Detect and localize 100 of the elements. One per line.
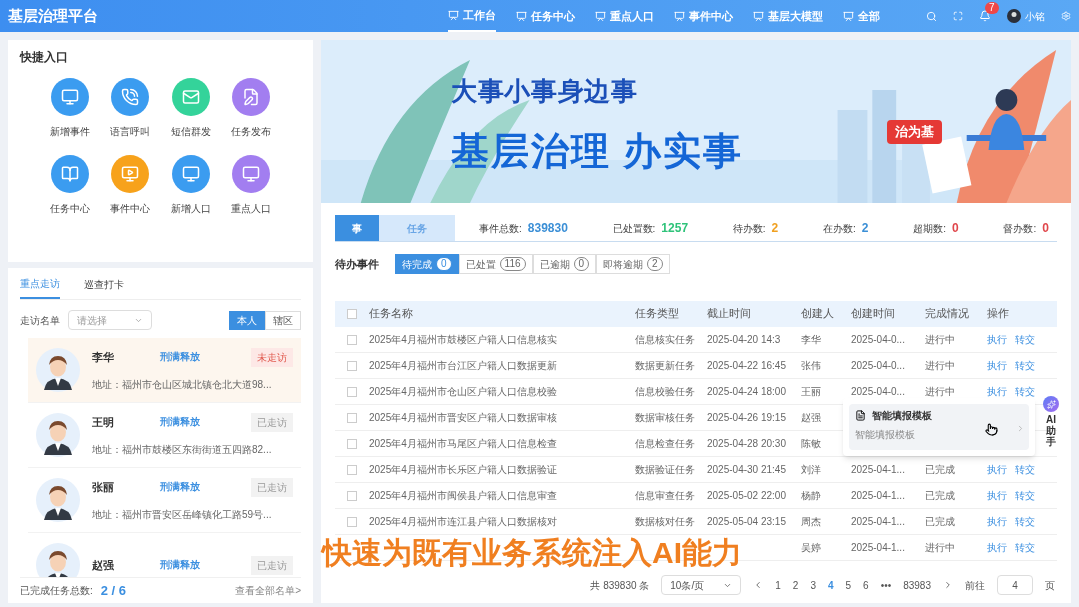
action-link[interactable]: 转交 bbox=[1015, 540, 1035, 555]
action-link[interactable]: 执行 bbox=[987, 384, 1007, 399]
action-link[interactable]: 转交 bbox=[1015, 462, 1035, 477]
quick-entry-item[interactable]: 新增人口 bbox=[160, 155, 221, 216]
page-size-select[interactable]: 10条/页 bbox=[661, 575, 742, 595]
checkbox[interactable] bbox=[347, 490, 357, 501]
filter-label: 走访名单 bbox=[20, 313, 60, 328]
person-row[interactable]: 王明 刑满释放 已走访 地址：福州市鼓楼区东街街道五四路82... bbox=[28, 403, 301, 468]
table-cell: 已完成 bbox=[925, 516, 955, 527]
action-link[interactable]: 转交 bbox=[1015, 332, 1035, 347]
fullscreen-icon[interactable] bbox=[953, 11, 963, 21]
checkbox[interactable] bbox=[347, 334, 357, 345]
action-link[interactable]: 转交 bbox=[1015, 384, 1035, 399]
table-cell: 杨静 bbox=[801, 490, 821, 501]
table-cell: 进行中 bbox=[925, 542, 955, 553]
action-link[interactable]: 执行 bbox=[987, 488, 1007, 503]
page-input[interactable]: 4 bbox=[997, 575, 1033, 595]
page-number[interactable]: 2 bbox=[792, 577, 799, 593]
table-cell: 进行中 bbox=[925, 334, 955, 345]
person-name: 张丽 bbox=[92, 480, 115, 496]
action-link[interactable]: 执行 bbox=[987, 332, 1007, 347]
person-row[interactable]: 李华 刑满释放 未走访 地址：福州市仓山区城北镇仓北大道98... bbox=[28, 338, 301, 403]
avatar-icon bbox=[36, 478, 80, 522]
checkbox[interactable] bbox=[347, 386, 357, 397]
action-link[interactable]: 执行 bbox=[987, 540, 1007, 555]
scope-toggle[interactable]: 辖区 bbox=[265, 310, 301, 330]
action-link[interactable]: 转交 bbox=[1015, 514, 1035, 529]
table-cell: 2025-04-24 18:00 bbox=[707, 386, 786, 397]
quick-entry-item[interactable]: 语言呼叫 bbox=[100, 78, 161, 139]
table-cell: 2025-04-1... bbox=[851, 542, 905, 553]
table-cell: 2025-04-1... bbox=[851, 464, 905, 475]
checkbox[interactable] bbox=[347, 464, 357, 475]
stat-value: 1257 bbox=[661, 220, 689, 237]
banner-headline: 基层治理 办实事 bbox=[451, 129, 743, 174]
table-cell: 2025-05-04 23:15 bbox=[707, 516, 786, 527]
person-tag: 刑满释放 bbox=[160, 350, 200, 365]
table-cell: 吴婷 bbox=[801, 542, 821, 553]
action-link[interactable]: 转交 bbox=[1015, 488, 1035, 503]
table-cell: 赵强 bbox=[801, 412, 821, 423]
table-cell: 2025年4月福州市连江县户籍人口数据核对 bbox=[369, 516, 557, 527]
next-page-icon[interactable] bbox=[943, 580, 953, 590]
checkbox[interactable] bbox=[347, 438, 357, 449]
footer-count: 2 / 6 bbox=[100, 581, 127, 600]
table-cell: 2025-04-0... bbox=[851, 334, 905, 345]
table-cell: 信息检查任务 bbox=[635, 438, 695, 449]
quick-entry-item[interactable]: 重点人口 bbox=[220, 155, 281, 216]
page-number[interactable]: ••• bbox=[880, 577, 892, 593]
table-cell: 2025年4月福州市台江区户籍人口数据更新 bbox=[369, 360, 557, 371]
filter-tab[interactable]: 即将逾期 2 bbox=[596, 254, 670, 274]
filter-tab[interactable]: 待完成 0 bbox=[395, 254, 459, 274]
table-cell: 刘洋 bbox=[801, 464, 821, 475]
suggestion-item[interactable]: 智能填报模板 智能填报模板 bbox=[849, 404, 1029, 450]
quick-entry-item[interactable]: 事件中心 bbox=[100, 155, 161, 216]
stat-label: 事件总数: bbox=[479, 221, 522, 236]
table-cell: 信息审查任务 bbox=[635, 490, 695, 501]
action-link[interactable]: 转交 bbox=[1015, 358, 1035, 373]
action-link[interactable]: 执行 bbox=[987, 358, 1007, 373]
view-all-link[interactable]: 查看全部名单> bbox=[235, 583, 301, 598]
app-title: 基层治理平台 bbox=[8, 5, 99, 26]
page-number[interactable]: 4 bbox=[828, 577, 834, 593]
assistant-label[interactable]: AI助手 bbox=[1044, 414, 1058, 447]
scope-toggle[interactable]: 本人 bbox=[229, 310, 265, 330]
stat-value: 2 bbox=[861, 220, 869, 237]
quick-entry-item[interactable]: 任务发布 bbox=[220, 78, 281, 139]
filter-tab[interactable]: 已处置 116 bbox=[458, 254, 533, 274]
checkbox[interactable] bbox=[347, 309, 357, 319]
page-number[interactable]: 83983 bbox=[903, 577, 931, 593]
quick-entry-item[interactable]: 任务中心 bbox=[40, 155, 101, 216]
page-number[interactable]: 3 bbox=[810, 577, 816, 593]
person-name: 王明 bbox=[92, 415, 115, 431]
bell-icon[interactable] bbox=[979, 10, 991, 22]
table-cell: 2025-04-28 20:30 bbox=[707, 438, 786, 449]
stat-value: 839830 bbox=[527, 220, 568, 237]
person-row[interactable]: 赵强 刑满释放 已走访 bbox=[28, 533, 301, 577]
page-number[interactable]: 1 bbox=[775, 577, 781, 593]
person-row[interactable]: 张丽 刑满释放 已走访 地址：福州市晋安区岳峰镇化工路59号... bbox=[28, 468, 301, 533]
action-link[interactable]: 执行 bbox=[987, 514, 1007, 529]
quick-entry-item[interactable]: 新增事件 bbox=[40, 78, 101, 139]
page-number[interactable]: 6 bbox=[863, 577, 869, 593]
stat-label: 已处置数: bbox=[612, 221, 656, 236]
person-address: 地址：福州市晋安区岳峰镇化工路59号... bbox=[92, 508, 273, 522]
table-cell: 数据核对任务 bbox=[635, 516, 695, 527]
checkbox[interactable] bbox=[347, 516, 357, 527]
stats-tab[interactable]: 事 bbox=[335, 215, 379, 241]
suggestion-title: 智能填报模板 bbox=[872, 409, 932, 423]
checkbox[interactable] bbox=[347, 360, 357, 371]
search-icon[interactable] bbox=[926, 10, 937, 22]
settings-icon[interactable] bbox=[1061, 11, 1071, 21]
page-number[interactable]: 5 bbox=[845, 577, 852, 593]
table-cell: 周杰 bbox=[801, 516, 821, 527]
stat-label: 待办数: bbox=[732, 221, 766, 236]
filter-tab[interactable]: 已逾期 0 bbox=[532, 254, 597, 274]
visit-status: 已走访 bbox=[251, 478, 293, 497]
checkbox[interactable] bbox=[347, 412, 357, 423]
stat-label: 超期数: bbox=[913, 221, 947, 236]
tab[interactable]: 巡查打卡 bbox=[84, 276, 124, 299]
action-link[interactable]: 执行 bbox=[987, 462, 1007, 477]
stat-value: 2 bbox=[771, 220, 779, 237]
tab[interactable]: 重点走访 bbox=[20, 276, 60, 299]
quick-entry-item[interactable]: 短信群发 bbox=[160, 78, 221, 139]
